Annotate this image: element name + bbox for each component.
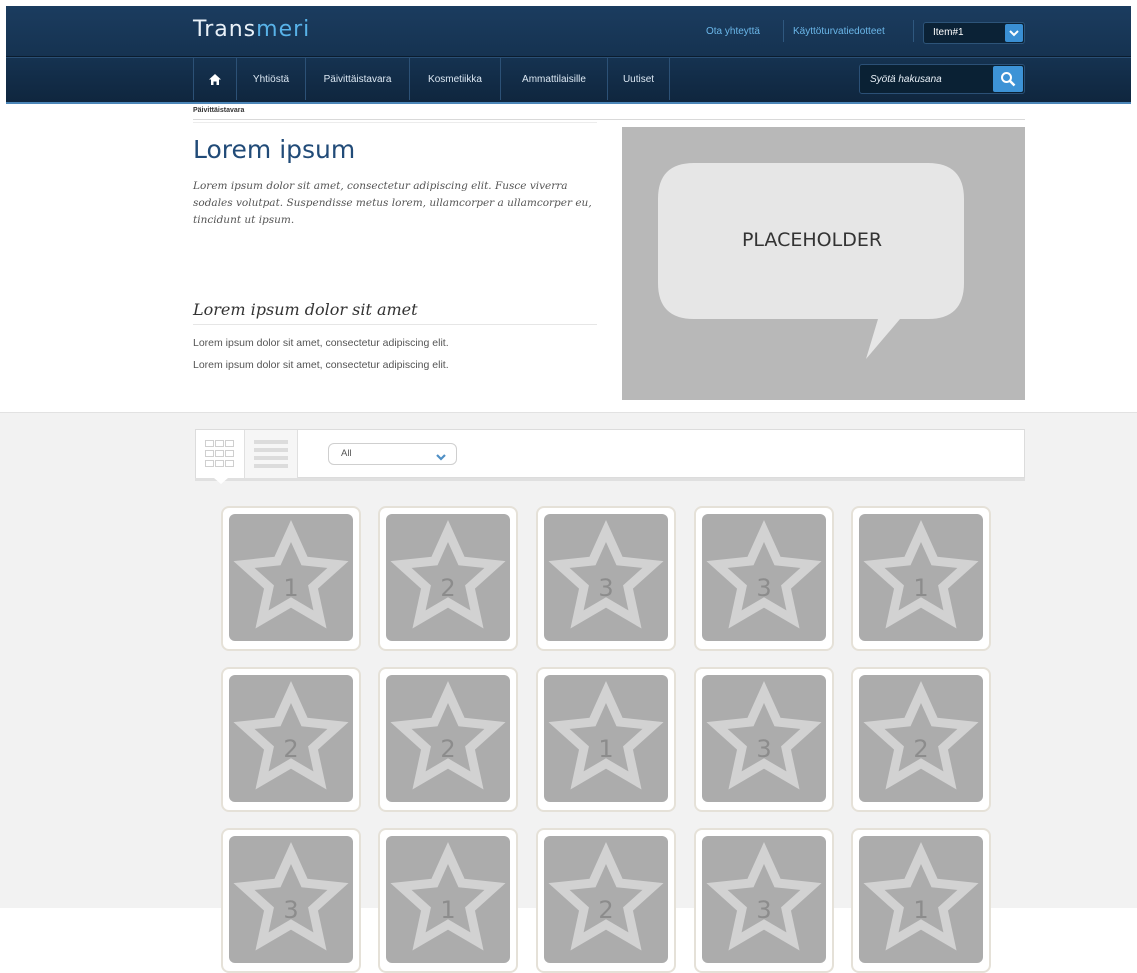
product-card[interactable]: 3 (221, 828, 361, 973)
product-rating-number: 2 (598, 896, 614, 924)
product-rating-number: 2 (440, 735, 456, 763)
product-rating-number: 1 (913, 896, 929, 924)
product-image: 1 (544, 675, 668, 802)
product-image: 2 (386, 514, 510, 641)
placeholder-label: PLACEHOLDER (741, 229, 883, 251)
active-view-pointer (214, 478, 228, 484)
product-image: 3 (702, 675, 826, 802)
view-toolbar (195, 429, 1025, 478)
product-card[interactable]: 3 (694, 667, 834, 812)
product-image: 2 (544, 836, 668, 963)
product-rating-number: 3 (756, 896, 772, 924)
nav-item-ammattilaisille[interactable]: Ammattilaisille (501, 58, 608, 100)
product-card[interactable]: 2 (221, 667, 361, 812)
product-card[interactable]: 1 (536, 667, 676, 812)
divider (193, 324, 597, 325)
product-image: 1 (386, 836, 510, 963)
site-header: Transmeri Ota yhteyttä Käyttöturvatiedot… (6, 6, 1131, 104)
divider (193, 119, 1025, 120)
product-image: 2 (859, 675, 983, 802)
speech-bubble-icon (658, 163, 964, 359)
product-card[interactable]: 3 (694, 828, 834, 973)
list-view-icon (254, 440, 288, 468)
intro-text: Lorem ipsum dolor sit amet, consectetur … (193, 180, 592, 226)
product-card[interactable]: 1 (851, 506, 991, 651)
divider (193, 122, 597, 123)
search-box (859, 64, 1025, 94)
product-card[interactable]: 1 (851, 828, 991, 973)
safety-datasheets-link[interactable]: Käyttöturvatiedotteet (793, 26, 885, 37)
item-select[interactable]: Item#1 (923, 22, 1025, 44)
product-rating-number: 3 (756, 574, 772, 602)
product-card[interactable]: 1 (378, 828, 518, 973)
product-image: 1 (859, 836, 983, 963)
product-image: 1 (229, 514, 353, 641)
section-subtitle: Lorem ipsum dolor sit amet (193, 300, 418, 319)
product-card[interactable]: 3 (694, 506, 834, 651)
product-card[interactable]: 2 (536, 828, 676, 973)
product-card[interactable]: 2 (851, 667, 991, 812)
breadcrumb[interactable]: Päivittäistavara (193, 107, 244, 114)
chevron-down-icon[interactable] (434, 448, 448, 461)
product-rating-number: 2 (913, 735, 929, 763)
nav-item-uutiset[interactable]: Uutiset (608, 58, 670, 100)
search-input[interactable] (868, 70, 992, 88)
product-rating-number: 1 (913, 574, 929, 602)
nav-item-kosmetiikka[interactable]: Kosmetiikka (410, 58, 501, 100)
home-icon[interactable] (193, 58, 237, 100)
product-image: 3 (229, 836, 353, 963)
product-image: 1 (859, 514, 983, 641)
search-icon (1001, 72, 1016, 87)
divider (913, 20, 914, 42)
product-image: 3 (702, 514, 826, 641)
placeholder-image (622, 127, 1025, 400)
page-title: Lorem ipsum (193, 135, 356, 164)
search-button[interactable] (993, 66, 1023, 92)
nav-item-yhtiosta[interactable]: Yhtiöstä (237, 58, 306, 100)
nav-item-paivittaistavara[interactable]: Päivittäistavara (306, 58, 410, 100)
product-card[interactable]: 2 (378, 506, 518, 651)
product-rating-number: 3 (598, 574, 614, 602)
product-image: 3 (544, 514, 668, 641)
product-card[interactable]: 2 (378, 667, 518, 812)
product-card[interactable]: 1 (221, 506, 361, 651)
product-rating-number: 1 (598, 735, 614, 763)
main-nav: Yhtiöstä Päivittäistavara Kosmetiikka Am… (193, 58, 670, 100)
product-rating-number: 2 (440, 574, 456, 602)
product-rating-number: 1 (440, 896, 456, 924)
contact-link[interactable]: Ota yhteyttä (706, 26, 760, 37)
product-rating-number: 3 (283, 896, 299, 924)
divider (195, 478, 1025, 481)
body-text: Lorem ipsum dolor sit amet, consectetur … (193, 337, 449, 349)
product-rating-number: 1 (283, 574, 299, 602)
site-logo[interactable]: Transmeri (193, 17, 310, 42)
product-rating-number: 2 (283, 735, 299, 763)
product-card[interactable]: 3 (536, 506, 676, 651)
product-rating-number: 3 (756, 735, 772, 763)
chevron-down-icon[interactable] (1005, 24, 1023, 42)
product-image: 3 (702, 836, 826, 963)
body-text: Lorem ipsum dolor sit amet, consectetur … (193, 359, 449, 371)
divider (783, 20, 784, 42)
list-view-button[interactable] (245, 430, 298, 478)
grid-view-button[interactable] (196, 430, 245, 478)
product-image: 2 (229, 675, 353, 802)
product-image: 2 (386, 675, 510, 802)
category-filter-select[interactable]: All (328, 443, 457, 465)
grid-view-icon (205, 440, 234, 467)
